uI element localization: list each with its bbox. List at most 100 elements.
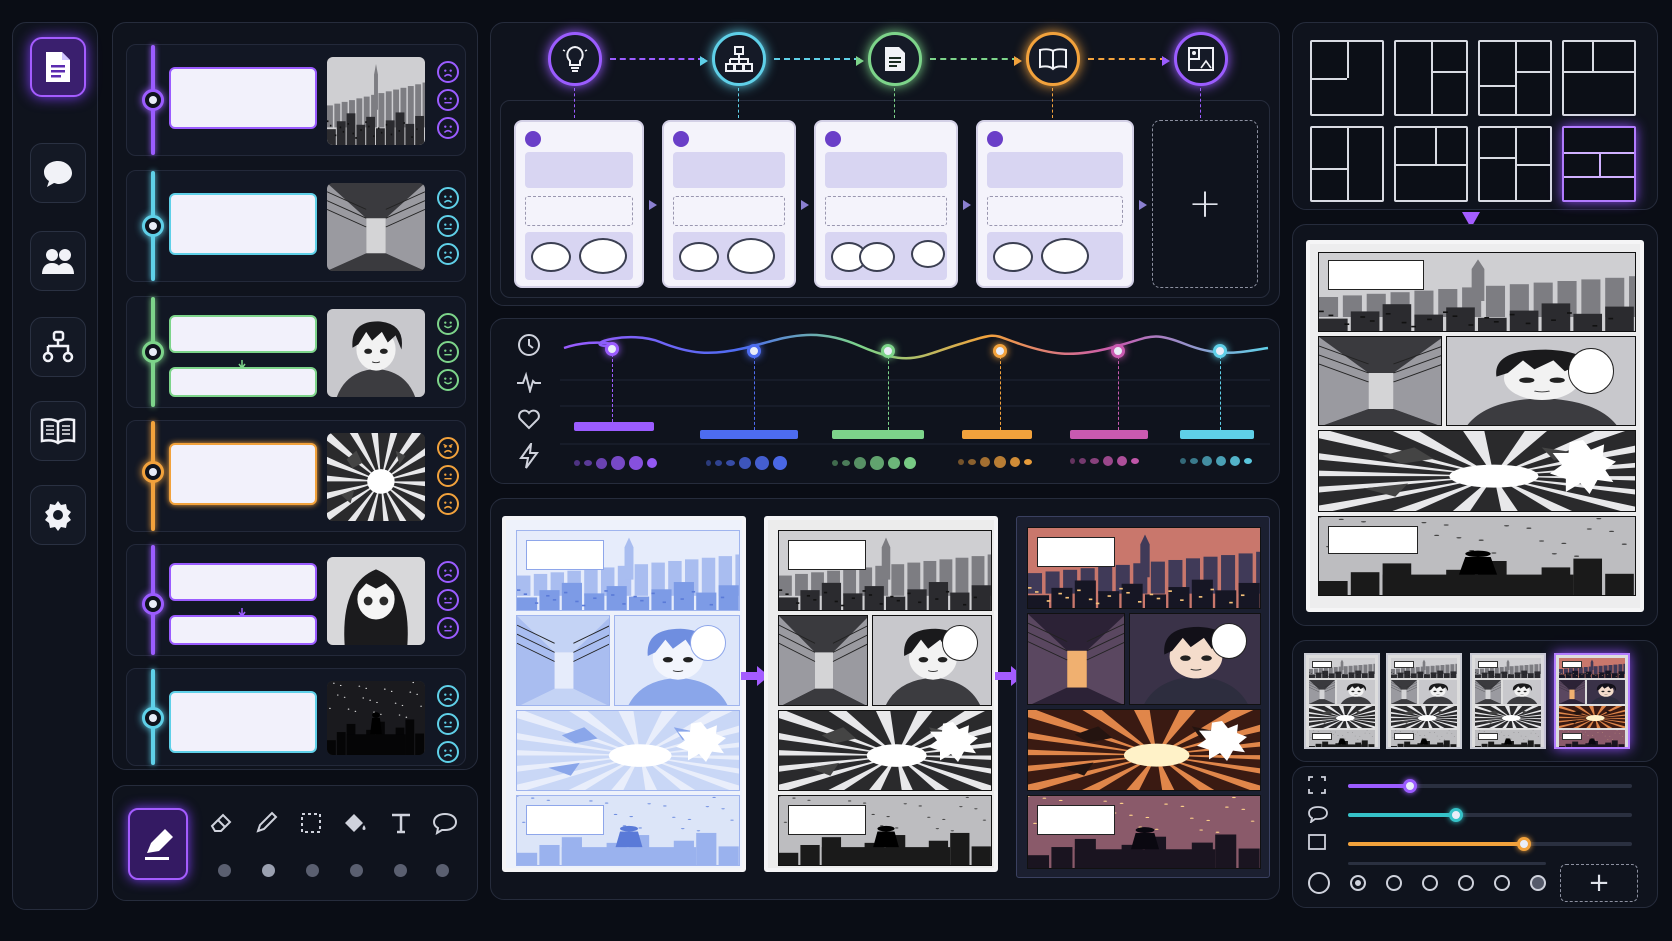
flow-step-button[interactable] [1174, 32, 1228, 86]
beat-node[interactable] [142, 89, 164, 111]
mood-sad-icon[interactable] [437, 561, 459, 583]
mood-sad-icon[interactable] [437, 685, 459, 707]
rail-document-button[interactable] [30, 37, 86, 97]
stroke-width-option[interactable] [1494, 875, 1510, 891]
layout-option[interactable] [1394, 40, 1468, 116]
eraser-tool[interactable] [208, 810, 234, 836]
mood-neutral-icon[interactable] [437, 341, 459, 363]
mood-neutral-icon[interactable] [437, 713, 459, 735]
beat-node[interactable] [142, 707, 164, 729]
brush-size-dot[interactable] [436, 864, 449, 877]
stroke-width-option[interactable] [1530, 875, 1546, 891]
scene-card[interactable] [662, 120, 796, 288]
layout-option[interactable] [1562, 126, 1636, 202]
flow-step-button[interactable] [712, 32, 766, 86]
rail-structure-button[interactable] [30, 317, 86, 377]
mood-neutral-icon[interactable] [437, 589, 459, 611]
timeline-point[interactable] [1111, 344, 1125, 358]
mood-sad-icon[interactable] [437, 187, 459, 209]
brush-size-dot[interactable] [394, 864, 407, 877]
mood-angry-icon[interactable] [437, 437, 459, 459]
beat-node[interactable] [142, 461, 164, 483]
timeline-point[interactable] [993, 344, 1007, 358]
flow-step-button[interactable] [1026, 32, 1080, 86]
beat-text-box[interactable] [169, 615, 317, 645]
rail-book-button[interactable] [30, 401, 86, 461]
timeline-point[interactable] [1213, 344, 1227, 358]
page-thumbnail[interactable] [1386, 653, 1462, 749]
page-thumbnail[interactable] [1470, 653, 1546, 749]
scene-card[interactable] [976, 120, 1134, 288]
beat-text-box[interactable] [169, 563, 317, 601]
brush-size-dot[interactable] [350, 864, 363, 877]
mood-sad-icon[interactable] [437, 117, 459, 139]
stroke-width-option[interactable] [1422, 875, 1438, 891]
mood-sad-icon[interactable] [437, 61, 459, 83]
speech-bubble-tool[interactable] [432, 810, 458, 836]
story-beat-row[interactable] [126, 544, 466, 656]
mood-happy-icon[interactable] [437, 313, 459, 335]
flow-step-button[interactable] [868, 32, 922, 86]
layout-option[interactable] [1562, 40, 1636, 116]
beat-thumbnail[interactable] [327, 57, 425, 145]
timeline-point[interactable] [881, 344, 895, 358]
pen-tool-button[interactable] [128, 808, 188, 880]
slider-knob[interactable] [1517, 837, 1531, 851]
stroke-width-option[interactable] [1308, 872, 1330, 894]
beat-thumbnail[interactable] [327, 681, 425, 755]
beat-text-box[interactable] [169, 193, 317, 255]
slider-knob[interactable] [1449, 808, 1463, 822]
beat-text-box[interactable] [169, 315, 317, 353]
layout-option[interactable] [1310, 126, 1384, 202]
story-beat-row[interactable] [126, 170, 466, 282]
sketch-page[interactable] [502, 516, 746, 872]
beat-thumbnail[interactable] [327, 309, 425, 397]
stroke-width-option[interactable] [1386, 875, 1402, 891]
beat-text-box[interactable] [169, 443, 317, 505]
mood-neutral-icon[interactable] [437, 617, 459, 639]
layout-option[interactable] [1478, 126, 1552, 202]
slider-knob[interactable] [1403, 779, 1417, 793]
add-style-button[interactable]: + [1560, 864, 1638, 902]
story-beat-row[interactable] [126, 668, 466, 766]
brush-size-dot[interactable] [306, 864, 319, 877]
mood-sad-icon[interactable] [437, 493, 459, 515]
color-page[interactable] [1016, 516, 1270, 878]
preview-page[interactable] [1306, 240, 1644, 612]
beat-node[interactable] [142, 341, 164, 363]
scene-card[interactable] [814, 120, 958, 288]
flow-step-button[interactable] [548, 32, 602, 86]
timeline-point[interactable] [747, 344, 761, 358]
mood-neutral-icon[interactable] [437, 89, 459, 111]
layout-option[interactable] [1310, 40, 1384, 116]
fill-bucket-tool[interactable] [342, 810, 368, 836]
layout-option[interactable] [1394, 126, 1468, 202]
timeline-point[interactable] [605, 342, 619, 356]
mood-sad-icon[interactable] [437, 741, 459, 763]
beat-text-box[interactable] [169, 67, 317, 129]
marquee-select-tool[interactable] [298, 810, 324, 836]
beat-node[interactable] [142, 215, 164, 237]
scene-card[interactable] [514, 120, 644, 288]
text-tool[interactable] [388, 810, 414, 836]
mood-sad-icon[interactable] [437, 243, 459, 265]
beat-node[interactable] [142, 593, 164, 615]
beat-text-box[interactable] [169, 367, 317, 397]
beat-thumbnail[interactable] [327, 433, 425, 521]
stroke-width-option[interactable] [1350, 875, 1366, 891]
story-beat-row[interactable] [126, 296, 466, 408]
mood-neutral-icon[interactable] [437, 215, 459, 237]
page-thumbnail[interactable] [1554, 653, 1630, 749]
story-beat-row[interactable] [126, 44, 466, 156]
beat-thumbnail[interactable] [327, 183, 425, 271]
story-beat-row[interactable] [126, 420, 466, 532]
mood-neutral-icon[interactable] [437, 465, 459, 487]
brush-size-dot[interactable] [262, 864, 275, 877]
layout-option[interactable] [1478, 40, 1552, 116]
stroke-width-option[interactable] [1458, 875, 1474, 891]
brush-size-dot[interactable] [218, 864, 231, 877]
beat-text-box[interactable] [169, 691, 317, 753]
mood-happy-icon[interactable] [437, 369, 459, 391]
ink-page[interactable] [764, 516, 998, 872]
add-scene-button[interactable]: + [1152, 120, 1258, 288]
